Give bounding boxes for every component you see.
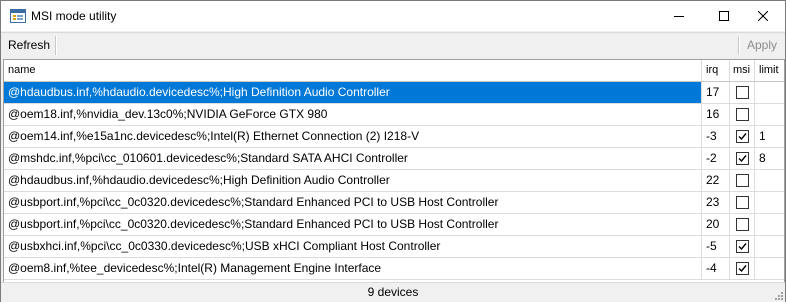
- msi-checkbox[interactable]: [736, 130, 749, 143]
- msi-utility-window: MSI mode utility Refresh Apply name irq …: [0, 0, 786, 302]
- refresh-button[interactable]: Refresh: [6, 36, 52, 55]
- table-row[interactable]: @mshdc.inf,%pci\cc_010601.devicedesc%;St…: [4, 148, 784, 170]
- limit-cell[interactable]: [755, 82, 784, 103]
- irq-cell[interactable]: 22: [702, 170, 730, 191]
- table-row[interactable]: @oem18.inf,%nvidia_dev.13c0%;NVIDIA GeFo…: [4, 104, 784, 126]
- limit-cell[interactable]: [755, 236, 784, 257]
- toolbar: Refresh Apply: [1, 32, 785, 58]
- device-name-cell[interactable]: @usbport.inf,%pci\cc_0c0320.devicedesc%;…: [4, 214, 702, 235]
- window-title: MSI mode utility: [31, 9, 117, 23]
- device-name-cell[interactable]: @usbxhci.inf,%pci\cc_0c0330.devicedesc%;…: [4, 236, 702, 257]
- maximize-icon: [718, 11, 729, 21]
- limit-cell[interactable]: [755, 258, 784, 279]
- msi-cell[interactable]: [730, 214, 755, 235]
- column-header-irq[interactable]: irq: [702, 60, 730, 81]
- grid-rows: @hdaudbus.inf,%hdaudio.devicedesc%;High …: [4, 82, 784, 280]
- msi-checkbox[interactable]: [736, 240, 749, 253]
- apply-button[interactable]: Apply: [745, 36, 779, 55]
- device-count: 9 devices: [367, 285, 419, 299]
- msi-checkbox[interactable]: [736, 196, 749, 209]
- msi-checkbox[interactable]: [736, 262, 749, 275]
- device-name-cell[interactable]: @mshdc.inf,%pci\cc_010601.devicedesc%;St…: [4, 148, 702, 169]
- device-name-cell[interactable]: @oem18.inf,%nvidia_dev.13c0%;NVIDIA GeFo…: [4, 104, 702, 125]
- msi-cell[interactable]: [730, 104, 755, 125]
- msi-cell[interactable]: [730, 82, 755, 103]
- column-header-name[interactable]: name: [4, 60, 702, 81]
- msi-checkbox[interactable]: [736, 174, 749, 187]
- irq-cell[interactable]: 23: [702, 192, 730, 213]
- table-row[interactable]: @usbport.inf,%pci\cc_0c0320.devicedesc%;…: [4, 214, 784, 236]
- limit-cell[interactable]: [755, 192, 784, 213]
- limit-cell[interactable]: 1: [755, 126, 784, 147]
- close-button[interactable]: [740, 1, 785, 31]
- irq-cell[interactable]: 16: [702, 104, 730, 125]
- msi-checkbox[interactable]: [736, 108, 749, 121]
- device-name-cell[interactable]: @usbport.inf,%pci\cc_0c0320.devicedesc%;…: [4, 192, 702, 213]
- table-row[interactable]: @usbxhci.inf,%pci\cc_0c0330.devicedesc%;…: [4, 236, 784, 258]
- limit-cell[interactable]: [755, 214, 784, 235]
- msi-cell[interactable]: [730, 148, 755, 169]
- msi-cell[interactable]: [730, 236, 755, 257]
- device-name-cell[interactable]: @oem8.inf,%tee_devicedesc%;Intel(R) Mana…: [4, 258, 702, 279]
- table-row[interactable]: @hdaudbus.inf,%hdaudio.devicedesc%;High …: [4, 170, 784, 192]
- minimize-button[interactable]: [656, 1, 701, 31]
- irq-cell[interactable]: -2: [702, 148, 730, 169]
- msi-checkbox[interactable]: [736, 86, 749, 99]
- irq-cell[interactable]: 20: [702, 214, 730, 235]
- column-header-limit[interactable]: limit: [755, 60, 784, 81]
- table-row[interactable]: @hdaudbus.inf,%hdaudio.devicedesc%;High …: [4, 82, 784, 104]
- table-row[interactable]: @oem8.inf,%tee_devicedesc%;Intel(R) Mana…: [4, 258, 784, 280]
- limit-cell[interactable]: [755, 170, 784, 191]
- resize-grip-icon[interactable]: [773, 290, 783, 300]
- msi-cell[interactable]: [730, 258, 755, 279]
- table-row[interactable]: @usbport.inf,%pci\cc_0c0320.devicedesc%;…: [4, 192, 784, 214]
- irq-cell[interactable]: -5: [702, 236, 730, 257]
- irq-cell[interactable]: 17: [702, 82, 730, 103]
- checkmark-icon: [738, 133, 747, 141]
- device-grid[interactable]: name irq msi limit @hdaudbus.inf,%hdaudi…: [3, 59, 785, 283]
- table-row[interactable]: @oem14.inf,%e15a1nc.devicedesc%;Intel(R)…: [4, 126, 784, 148]
- msi-cell[interactable]: [730, 192, 755, 213]
- msi-cell[interactable]: [730, 170, 755, 191]
- limit-cell[interactable]: [755, 104, 784, 125]
- app-window-icon: [10, 8, 26, 24]
- msi-checkbox[interactable]: [736, 218, 749, 231]
- status-bar: 9 devices: [1, 282, 785, 302]
- checkmark-icon: [738, 265, 747, 273]
- irq-cell[interactable]: -3: [702, 126, 730, 147]
- device-name-cell[interactable]: @hdaudbus.inf,%hdaudio.devicedesc%;High …: [4, 170, 702, 191]
- device-name-cell[interactable]: @hdaudbus.inf,%hdaudio.devicedesc%;High …: [4, 82, 702, 103]
- device-name-cell[interactable]: @oem14.inf,%e15a1nc.devicedesc%;Intel(R)…: [4, 126, 702, 147]
- toolbar-separator: [55, 36, 57, 55]
- msi-cell[interactable]: [730, 126, 755, 147]
- msi-checkbox[interactable]: [736, 152, 749, 165]
- close-icon: [757, 11, 768, 21]
- toolbar-separator: [738, 36, 740, 55]
- irq-cell[interactable]: -4: [702, 258, 730, 279]
- checkmark-icon: [738, 243, 747, 251]
- limit-cell[interactable]: 8: [755, 148, 784, 169]
- minimize-icon: [673, 16, 684, 17]
- column-header-msi[interactable]: msi: [730, 60, 755, 81]
- checkmark-icon: [738, 155, 747, 163]
- title-bar[interactable]: MSI mode utility: [1, 1, 785, 31]
- grid-header: name irq msi limit: [4, 60, 784, 82]
